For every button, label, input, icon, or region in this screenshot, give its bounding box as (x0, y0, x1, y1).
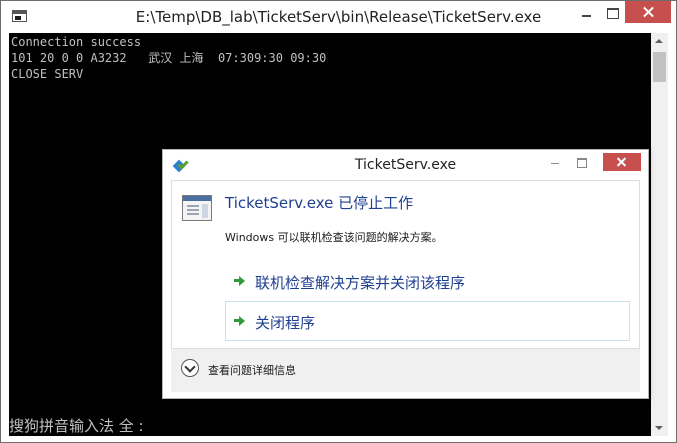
dialog-minimize-button (549, 156, 563, 170)
console-line: CLOSE SERV (11, 67, 84, 81)
green-arrow-icon (234, 315, 245, 326)
scroll-down-arrow-icon[interactable] (651, 419, 668, 436)
dialog-content-text: Windows 可以联机检查该问题的解决方案。 (225, 231, 443, 244)
dialog-close-button[interactable] (603, 153, 641, 171)
close-button[interactable] (625, 1, 671, 23)
program-window-icon (182, 195, 212, 221)
maximize-button[interactable] (599, 1, 625, 23)
minimize-button[interactable] (573, 1, 599, 23)
dialog-footer: 查看问题详细信息 (171, 348, 640, 392)
error-dialog: TicketServ.exe TicketServ.exe 已停止工作 Wind… (162, 149, 649, 399)
command-link-label: 关闭程序 (255, 314, 316, 332)
scroll-thumb[interactable] (653, 52, 666, 82)
vertical-scrollbar[interactable] (651, 33, 668, 436)
console-line: 101 20 0 0 A3232 武汉 上海 07:309:30 09:30 (11, 51, 327, 65)
console-titlebar[interactable]: E:\Temp\DB_lab\TicketServ\bin\Release\Ti… (1, 1, 676, 33)
console-line: Connection success (11, 35, 142, 49)
close-program-link[interactable]: 关闭程序 (225, 301, 630, 341)
scroll-up-arrow-icon[interactable] (651, 33, 668, 50)
dialog-titlebar[interactable]: TicketServ.exe (163, 150, 648, 180)
ime-status-text: 搜狗拼音输入法 全 : (9, 417, 144, 435)
main-instruction: TicketServ.exe 已停止工作 (225, 194, 414, 212)
chevron-down-icon[interactable] (181, 359, 199, 377)
green-arrow-icon (234, 275, 245, 286)
view-problem-details-link[interactable]: 查看问题详细信息 (208, 362, 296, 378)
check-online-solution-link[interactable]: 联机检查解决方案并关闭该程序 (225, 261, 630, 301)
dialog-maximize-button (575, 156, 589, 170)
command-link-label: 联机检查解决方案并关闭该程序 (255, 274, 466, 292)
